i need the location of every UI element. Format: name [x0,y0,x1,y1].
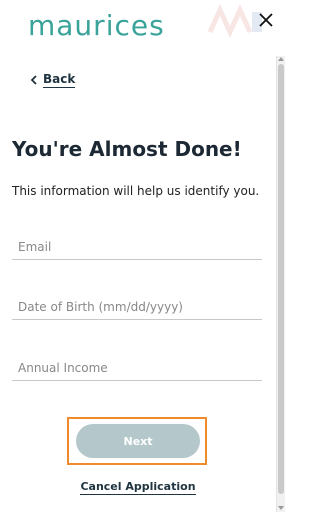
back-link-label: Back [43,72,76,88]
scrollbar[interactable] [276,56,285,512]
next-button[interactable]: Next [76,424,200,458]
scroll-up-icon[interactable] [278,57,284,61]
header: maurices [0,0,285,56]
page-subtitle: This information will help us identify y… [12,184,260,198]
brand-logo: maurices [28,9,165,42]
date-of-birth-field[interactable] [12,294,262,320]
close-button[interactable] [254,8,278,32]
chevron-left-icon [30,75,37,85]
scroll-down-icon[interactable] [278,506,284,510]
cancel-application-link[interactable]: Cancel Application [80,480,196,495]
next-button-highlight: Next [67,417,207,465]
page-title: You're Almost Done! [12,137,242,161]
annual-income-field[interactable] [12,355,262,381]
back-link[interactable]: Back [30,72,76,88]
close-icon [259,13,273,27]
scrollbar-thumb[interactable] [278,64,284,494]
email-field[interactable] [12,234,262,260]
cancel-application-link-wrap: Cancel Application [0,480,276,495]
